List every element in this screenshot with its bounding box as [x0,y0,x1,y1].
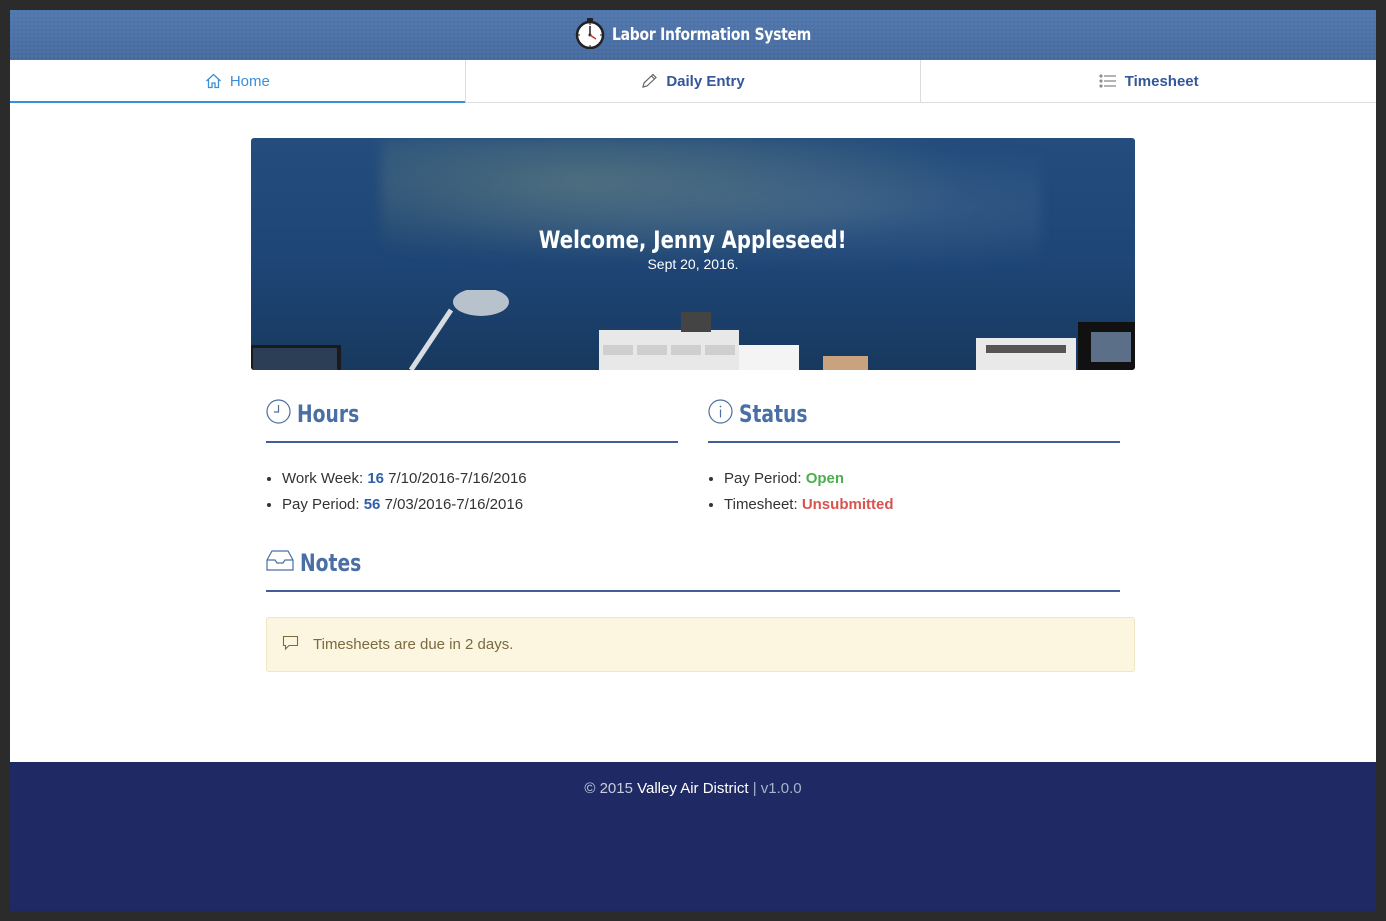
tab-daily-entry-label: Daily Entry [666,72,745,90]
tab-home-label: Home [229,72,270,90]
tab-bar: Home Daily Entry Timesheet [10,60,1376,103]
stopwatch-icon [574,17,606,54]
welcome-text: Welcome, Jenny Appleseed! Sept 20, 2016. [251,226,1135,272]
app-title: Labor Information System [612,25,812,45]
work-week-hours: 16 [367,470,384,487]
pay-period-range: 7/03/2016-7/16/2016 [384,496,524,513]
status-divider [708,441,1120,443]
list-item: Work Week: 16 7/10/2016-7/16/2016 [282,470,694,487]
notes-message: Timesheets are due in 2 days. [313,636,514,653]
hours-title: Hours [297,400,360,428]
pencil-icon [641,73,658,89]
footer-separator: | [752,780,757,797]
brand[interactable]: Labor Information System [574,17,812,54]
tab-daily-entry[interactable]: Daily Entry [466,60,922,102]
notes-alert: Timesheets are due in 2 days. [266,617,1135,672]
footer-org-link[interactable]: Valley Air District [637,780,748,797]
info-icon [708,399,733,429]
list-item: Timesheet: Unsubmitted [724,496,1136,513]
notes-title: Notes [300,548,362,577]
pay-period-label: Pay Period: [282,496,360,513]
status-badge: Open [805,470,845,487]
top-bar: Labor Information System [10,10,1376,60]
list-item: Pay Period: 56 7/03/2016-7/16/2016 [282,496,694,513]
hours-divider [266,441,678,443]
notes-heading: Notes [266,548,379,577]
clock-icon [266,399,291,429]
welcome-title: Welcome, Jenny Appleseed! [539,226,847,254]
office-desk-illustration [251,290,1135,370]
comment-icon [282,635,299,655]
list-icon [1099,73,1117,89]
inbox-icon [266,548,294,577]
footer: © 2015 Valley Air District | v1.0.0 [10,762,1376,911]
work-week-label: Work Week: [282,470,364,487]
footer-version: v1.0.0 [760,780,802,797]
work-week-range: 7/10/2016-7/16/2016 [388,470,527,487]
status-badge: Unsubmitted [801,496,894,513]
pay-period-hours: 56 [363,496,381,513]
welcome-banner: Welcome, Jenny Appleseed! Sept 20, 2016. [251,138,1135,370]
tab-timesheet-label: Timesheet [1124,72,1199,90]
welcome-date: Sept 20, 2016. [647,256,739,272]
list-item: Pay Period: Open [724,470,1136,487]
notes-divider [266,590,1120,592]
status-pay-period-label: Pay Period: [724,470,802,487]
hours-list: Work Week: 16 7/10/2016-7/16/2016 Pay Pe… [266,470,694,522]
status-title: Status [739,400,808,428]
app-window: Labor Information System Home Daily Entr… [10,10,1376,911]
tab-timesheet[interactable]: Timesheet [921,60,1376,102]
status-heading: Status [708,399,827,429]
status-list: Pay Period: Open Timesheet: Unsubmitted [708,470,1136,522]
copyright: © 2015 [584,780,633,797]
status-timesheet-label: Timesheet: [724,496,798,513]
home-icon [205,73,222,89]
hours-heading: Hours [266,399,377,429]
tab-home[interactable]: Home [10,60,466,103]
